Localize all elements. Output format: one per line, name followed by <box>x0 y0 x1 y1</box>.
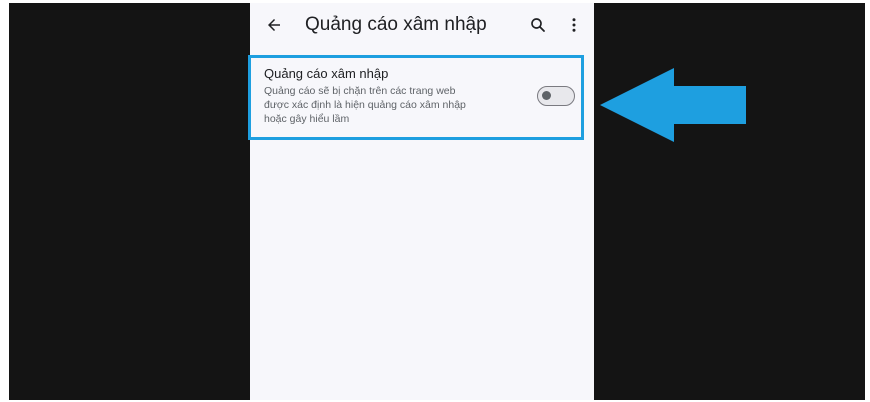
intrusive-ads-setting-row[interactable]: Quảng cáo xâm nhập Quảng cáo sẽ bị chặn … <box>250 56 594 140</box>
intrusive-ads-toggle[interactable] <box>537 86 575 106</box>
pointer-arrow-icon <box>600 68 746 142</box>
search-icon <box>531 18 545 32</box>
search-button[interactable] <box>526 13 550 37</box>
setting-description-line: được xác định là hiện quảng cáo xâm nhập <box>264 99 466 111</box>
letterbox-right <box>594 3 865 400</box>
back-button[interactable] <box>262 13 286 37</box>
arrow-back-icon <box>268 19 280 31</box>
page-title: Quảng cáo xâm nhập <box>305 14 487 35</box>
setting-title: Quảng cáo xâm nhập <box>264 66 389 81</box>
phone-screen: Quảng cáo xâm nhập Quảng cáo xâm nhập Qu… <box>250 3 594 400</box>
toggle-knob <box>542 91 551 100</box>
more-options-button[interactable] <box>562 13 586 37</box>
more-vert-icon <box>572 18 576 32</box>
setting-description: Quảng cáo sẽ bị chặn trên các trang web … <box>264 84 514 126</box>
setting-description-line: Quảng cáo sẽ bị chặn trên các trang web <box>264 85 456 97</box>
setting-description-line: hoặc gây hiểu lầm <box>264 113 350 125</box>
app-bar: Quảng cáo xâm nhập <box>250 3 594 49</box>
letterbox-left <box>9 3 250 400</box>
